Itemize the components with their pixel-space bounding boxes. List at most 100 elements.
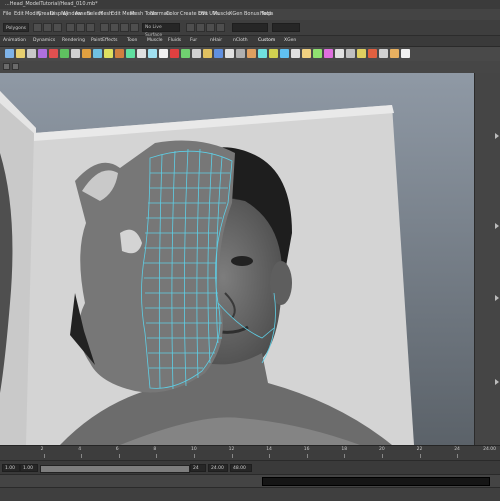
- shelf-tool-icon[interactable]: [16, 49, 25, 58]
- shelf-tool-icon[interactable]: [368, 49, 377, 58]
- tab-fur[interactable]: Fur: [190, 37, 197, 45]
- start-time-field[interactable]: 1.00: [2, 464, 20, 472]
- menu-edit[interactable]: Edit: [14, 10, 24, 19]
- playback-end-field[interactable]: 24: [190, 464, 206, 472]
- shelf-tool-icon[interactable]: [49, 49, 58, 58]
- time-tick: [81, 454, 83, 458]
- tab-muscle[interactable]: Muscle: [147, 37, 163, 45]
- time-tick: [231, 454, 233, 458]
- camera-icon[interactable]: [12, 63, 19, 70]
- shelf-tool-icon[interactable]: [137, 49, 146, 58]
- render-icon[interactable]: [206, 23, 215, 32]
- save-scene-icon[interactable]: [53, 23, 62, 32]
- shelf-tool-icon[interactable]: [335, 49, 344, 58]
- tab-rendering[interactable]: Rendering: [62, 37, 85, 45]
- shelf-tool-icon[interactable]: [27, 49, 36, 58]
- shelf-tool-icon[interactable]: [60, 49, 69, 58]
- numeric-input-field[interactable]: [272, 23, 300, 32]
- time-slider[interactable]: 24.00 2 4 6 8 10 12 14 16 18 20 22 24: [0, 445, 500, 460]
- tab-animation[interactable]: Animation: [3, 37, 26, 45]
- shelf-tool-icon[interactable]: [269, 49, 278, 58]
- shelf-tool-icon[interactable]: [280, 49, 289, 58]
- input-line-field[interactable]: [232, 23, 268, 32]
- menu-help[interactable]: Help: [260, 10, 271, 19]
- tab-toon[interactable]: Toon: [127, 37, 137, 45]
- shelf-tool-icon[interactable]: [82, 49, 91, 58]
- render-view-icon[interactable]: [196, 23, 205, 32]
- shelf-tool-icon[interactable]: [390, 49, 399, 58]
- time-tick: [419, 454, 421, 458]
- end-time-field[interactable]: 24.00: [208, 464, 228, 472]
- expand-arrow-icon[interactable]: [495, 379, 499, 385]
- shelf-tool-icon[interactable]: [247, 49, 256, 58]
- viewport-toggle-icon[interactable]: [3, 63, 10, 70]
- select-hierarchy-icon[interactable]: [66, 23, 75, 32]
- time-tick-label: 10: [191, 447, 197, 452]
- ipr-render-icon[interactable]: [216, 23, 225, 32]
- expand-arrow-icon[interactable]: [495, 223, 499, 229]
- expand-arrow-icon[interactable]: [495, 133, 499, 139]
- perspective-viewport[interactable]: [0, 73, 474, 445]
- tab-ncloth[interactable]: nCloth: [233, 37, 248, 45]
- menu-file[interactable]: File: [3, 10, 11, 19]
- shelf-tool-icon[interactable]: [236, 49, 245, 58]
- menu-color[interactable]: Color: [166, 10, 179, 19]
- shelf-tool-icon[interactable]: [93, 49, 102, 58]
- shelf-tool-icon[interactable]: [159, 49, 168, 58]
- command-output-field[interactable]: [262, 477, 490, 486]
- time-tick: [118, 454, 120, 458]
- range-slider-track[interactable]: [40, 465, 190, 473]
- tab-dynamics[interactable]: Dynamics: [33, 37, 55, 45]
- time-tick: [344, 454, 346, 458]
- shelf-tool-icon[interactable]: [401, 49, 410, 58]
- tab-fluids[interactable]: Fluids: [168, 37, 181, 45]
- time-tick-label: 16: [303, 447, 310, 452]
- shelf-tool-icon[interactable]: [214, 49, 223, 58]
- shelf-tool-icon[interactable]: [324, 49, 333, 58]
- shelf-tool-icon[interactable]: [104, 49, 113, 58]
- history-icon[interactable]: [186, 23, 195, 32]
- new-scene-icon[interactable]: [33, 23, 42, 32]
- select-component-icon[interactable]: [86, 23, 95, 32]
- shelf-tool-icon[interactable]: [203, 49, 212, 58]
- shelf-tool-icon[interactable]: [38, 49, 47, 58]
- open-scene-icon[interactable]: [43, 23, 52, 32]
- tab-nhair[interactable]: nHair: [210, 37, 222, 45]
- shelf-tool-icon[interactable]: [357, 49, 366, 58]
- snap-view-plane-icon[interactable]: [130, 23, 139, 32]
- time-tick-label: 2: [40, 447, 44, 452]
- shelf-tool-icon[interactable]: [71, 49, 80, 58]
- select-object-icon[interactable]: [76, 23, 85, 32]
- tab-custom[interactable]: Custom: [258, 37, 275, 45]
- tab-painteffects[interactable]: PaintEffects: [91, 37, 117, 45]
- shelf-tool-icon[interactable]: [181, 49, 190, 58]
- max-time-field[interactable]: 48.00: [230, 464, 252, 472]
- shelf-tool-icon[interactable]: [126, 49, 135, 58]
- menu-xgen[interactable]: XGen: [229, 10, 243, 19]
- menu-set-selector[interactable]: Polygons: [3, 23, 29, 32]
- snap-point-icon[interactable]: [120, 23, 129, 32]
- shelf-tool-icon[interactable]: [192, 49, 201, 58]
- shelf-tool-icon[interactable]: [291, 49, 300, 58]
- time-tick: [156, 454, 158, 458]
- time-end-label: 24.00: [483, 447, 496, 452]
- snap-grid-icon[interactable]: [100, 23, 109, 32]
- expand-arrow-icon[interactable]: [495, 295, 499, 301]
- time-tick-label: 18: [341, 447, 348, 452]
- shelf-tool-icon[interactable]: [302, 49, 311, 58]
- shelf-tool-icon[interactable]: [346, 49, 355, 58]
- shelf-tool-icon[interactable]: [148, 49, 157, 58]
- shelf-tool-icon[interactable]: [313, 49, 322, 58]
- snap-curve-icon[interactable]: [110, 23, 119, 32]
- shelf-tool-icon[interactable]: [258, 49, 267, 58]
- time-tick: [43, 454, 45, 458]
- shelf-tool-icon[interactable]: [225, 49, 234, 58]
- menu-muscle[interactable]: Muscle: [213, 10, 230, 19]
- shelf-tool-icon[interactable]: [170, 49, 179, 58]
- shelf-tool-icon[interactable]: [115, 49, 124, 58]
- playback-start-field[interactable]: 1.00: [20, 464, 38, 472]
- shelf-tool-icon[interactable]: [379, 49, 388, 58]
- tab-xgen[interactable]: XGen: [284, 37, 296, 45]
- live-surface-field[interactable]: No Live Surface: [142, 23, 180, 38]
- shelf-tool-icon[interactable]: [5, 49, 14, 58]
